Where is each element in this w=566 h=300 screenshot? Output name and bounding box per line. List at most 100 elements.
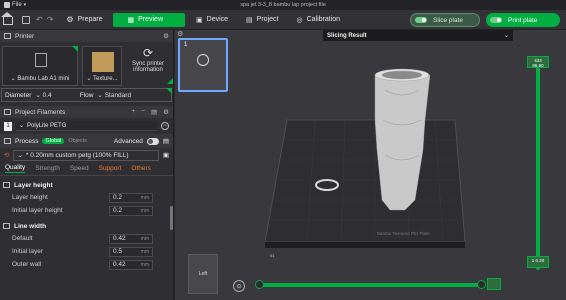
objects-toggle[interactable]: Objects <box>68 138 87 144</box>
redo-icon[interactable]: ↷ <box>47 15 54 24</box>
outer-wall-width-input[interactable]: 0.42 mm <box>109 259 153 270</box>
layer-height-icon <box>3 182 10 188</box>
tab-calibration-label: Calibration <box>306 16 341 23</box>
param-label: Outer wall <box>12 261 42 268</box>
process-tabs: Quality Strength Speed Support Others <box>0 162 173 176</box>
move-slider[interactable] <box>255 280 486 289</box>
default-width-input[interactable]: 0.42 mm <box>109 233 153 244</box>
view-cube-label: Left <box>198 271 208 277</box>
param-layer-height: Layer height 0.2 mm <box>0 191 173 204</box>
printer-select-card[interactable]: ⌄ Bambu Lab A1 mini <box>2 46 78 86</box>
tab-speed[interactable]: Speed <box>70 165 89 172</box>
bed-edge <box>265 242 465 248</box>
bed-label: Bambu Textured PEI Plate <box>377 231 430 236</box>
camera-reset-button[interactable]: ⊙ <box>233 280 245 292</box>
chevron-down-icon[interactable]: ⌄ <box>504 32 509 39</box>
build-plate-scene: Bambu Textured PEI Plate 01 <box>265 68 466 258</box>
param-label: Layer height <box>12 194 48 201</box>
layer-height-input[interactable]: 0.2 mm <box>109 192 153 203</box>
flow-select[interactable]: ⌄ Standard <box>97 91 131 99</box>
save-preset-icon[interactable]: ▣ <box>163 151 169 159</box>
textured-plate-icon <box>92 52 114 72</box>
tab-project-label: Project <box>256 16 279 23</box>
initial-layer-width-input[interactable]: 0.5 mm <box>109 246 153 257</box>
sync-card-corner <box>167 78 173 84</box>
camera-icon: ⊙ <box>236 283 242 290</box>
printer-settings-gear-icon[interactable]: ⚙ <box>163 32 169 40</box>
tab-strength[interactable]: Strength <box>35 165 60 172</box>
tab-preview[interactable]: ▦ Preview <box>113 12 186 27</box>
remove-filament-icon[interactable]: − <box>141 108 145 116</box>
tab-device-label: Device <box>206 16 229 23</box>
plate-thumbnail[interactable]: 1 <box>178 38 228 92</box>
build-plate <box>265 119 466 243</box>
sync-icon: ⟳ <box>142 46 154 60</box>
nozzle-row-corner <box>166 88 172 94</box>
project-icon: ▤ <box>246 16 253 24</box>
diameter-label: Diameter <box>5 91 32 99</box>
flow-label: Flow <box>79 91 94 99</box>
printer-card-corner <box>72 46 78 52</box>
group-line-width-title: Line width <box>14 222 47 230</box>
layer-bottom-tag[interactable]: 1 0.20 <box>527 256 549 268</box>
filament-index[interactable]: 1 <box>4 121 12 131</box>
filament-select[interactable]: ⌄ PolyLite PETG <box>16 121 157 131</box>
process-header: Process Global Objects Advanced ▤ <box>0 134 173 148</box>
advanced-toggle[interactable] <box>146 137 159 145</box>
save-icon[interactable] <box>22 15 30 24</box>
param-label: Initial layer <box>12 248 44 255</box>
layer-slider[interactable]: 433 86.60 1 0.20 <box>527 56 549 270</box>
filament-icon <box>4 109 11 115</box>
sync-printer-label: Sync printer information <box>131 61 164 73</box>
file-menu[interactable]: File ▾ <box>0 2 26 8</box>
move-slider-end-knob[interactable] <box>477 280 486 289</box>
printer-section-header: Printer ⚙ <box>0 30 173 42</box>
tab-project[interactable]: ▤ Project <box>237 10 287 30</box>
3d-viewport[interactable]: ⚙ 1 Slicing Result ⌄ Bambu Textured PEI … <box>175 30 566 300</box>
tab-others[interactable]: Others <box>131 165 151 172</box>
sidebar-scrollbar[interactable] <box>170 206 173 230</box>
plate-type-card[interactable]: ⌄ Texture... <box>82 46 122 86</box>
calibration-icon: ◎ <box>296 16 303 24</box>
view-cube[interactable]: Left <box>188 254 218 294</box>
param-label: Default <box>12 235 33 242</box>
slice-plate-button[interactable]: Slice plate <box>410 13 480 27</box>
move-slider-value-box[interactable] <box>487 278 501 290</box>
device-icon: ▣ <box>196 16 203 24</box>
tab-quality[interactable]: Quality <box>5 164 26 173</box>
process-settings-icon[interactable]: ▤ <box>163 137 169 145</box>
layer-top-tag[interactable]: 433 86.60 <box>527 56 549 68</box>
slicing-result-panel[interactable]: Slicing Result ⌄ <box>323 30 513 41</box>
undo-icon[interactable]: ↶ <box>36 15 43 24</box>
line-width-icon <box>3 223 10 229</box>
process-preset-select[interactable]: ⌄ * 0.20mm custom petg (100% FILL) <box>13 149 159 161</box>
filament-section-title: Project Filaments <box>15 108 66 116</box>
print-plate-button[interactable]: Print plate <box>486 13 560 27</box>
layer-slider-rail[interactable] <box>536 56 540 270</box>
move-slider-start-knob[interactable] <box>255 280 264 289</box>
plate-settings-icon[interactable]: ⚙ <box>177 30 183 38</box>
initial-layer-height-input[interactable]: 0.2 mm <box>109 205 153 216</box>
sync-printer-button[interactable]: ⟳ Sync printer information <box>126 46 173 86</box>
process-title: Process <box>15 137 39 145</box>
printer-cards: ⌄ Bambu Lab A1 mini ⌄ Texture... ⟳ Sync … <box>0 42 173 88</box>
diameter-select[interactable]: ⌄ 0.4 <box>35 91 51 99</box>
param-initial-layer-height: Initial layer height 0.2 mm <box>0 204 173 217</box>
param-initial-layer-width: Initial layer 0.5 mm <box>0 245 173 258</box>
param-outer-wall-width: Outer wall 0.42 mm <box>0 258 173 271</box>
tab-calibration[interactable]: ◎ Calibration <box>287 10 349 30</box>
move-slider-rail[interactable] <box>257 283 483 287</box>
add-filament-icon[interactable]: + <box>131 108 135 116</box>
filament-sync-icon[interactable]: ▤ <box>151 108 157 116</box>
tab-prepare[interactable]: ⚙ Prepare <box>57 10 111 30</box>
home-button[interactable] <box>0 10 16 30</box>
tab-device[interactable]: ▣ Device <box>187 10 237 30</box>
process-preset-row: ⟲ ⌄ * 0.20mm custom petg (100% FILL) ▣ <box>0 148 173 162</box>
printer-name: ⌄ Bambu Lab A1 mini <box>10 76 70 82</box>
global-toggle[interactable]: Global <box>42 138 65 144</box>
tab-support[interactable]: Support <box>99 165 122 172</box>
filament-section-header: Project Filaments + − ▤ ⚙ <box>0 106 173 118</box>
filament-gear-icon[interactable]: ⚙ <box>163 108 169 116</box>
printer-icon <box>4 33 11 39</box>
remove-filament-circle-icon[interactable]: − <box>161 122 169 130</box>
